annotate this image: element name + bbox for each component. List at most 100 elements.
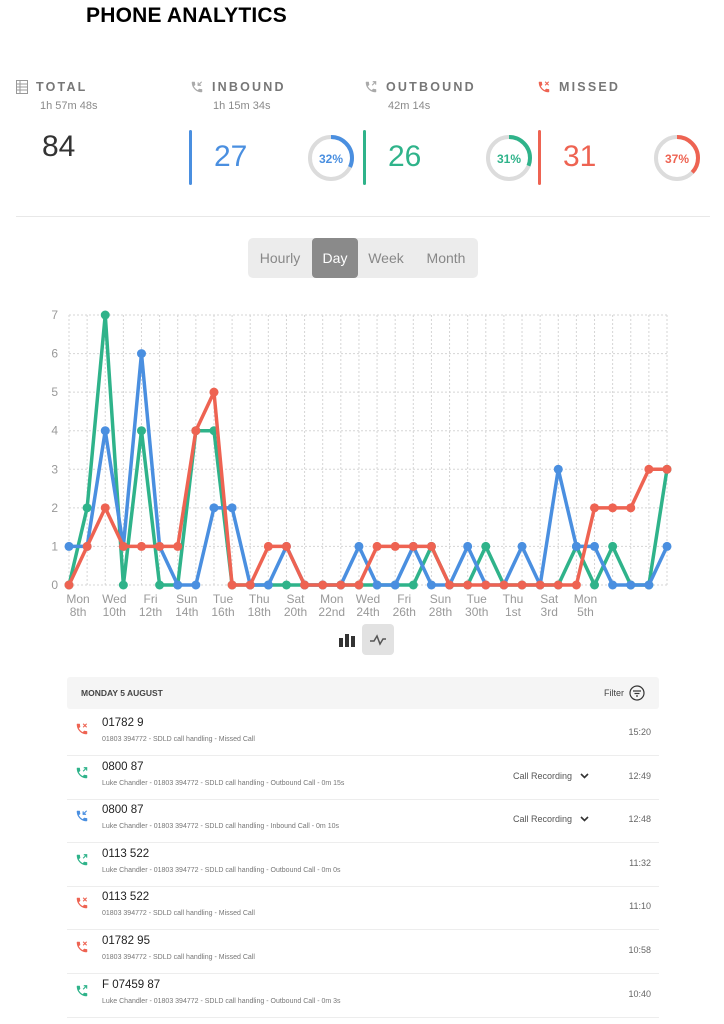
tab-hourly[interactable]: Hourly: [248, 238, 312, 278]
inbound-data-point: [626, 580, 636, 590]
call-row[interactable]: 01782 95 01803 394772 - SDLD call handlin…: [67, 930, 659, 974]
missed-data-point: [336, 580, 346, 590]
x-tick-label: 3rd: [541, 605, 558, 619]
inbound-data-point: [571, 541, 581, 551]
bar-chart-icon[interactable]: [338, 633, 358, 647]
call-number: F 07459 87: [102, 978, 161, 991]
inbound-data-point: [227, 503, 237, 513]
missed-data-point: [481, 580, 491, 590]
missed-data-point: [209, 387, 219, 397]
x-tick-label: Tue: [467, 592, 488, 606]
inbound-data-point: [517, 541, 527, 551]
missed-data-point: [662, 464, 672, 474]
outbound-percent-donut: 31%: [486, 135, 532, 181]
x-tick-label: 12th: [139, 605, 162, 619]
missed-data-point: [644, 464, 654, 474]
x-tick-label: Fri: [397, 592, 411, 606]
missed-data-point: [408, 541, 418, 551]
x-tick-label: Thu: [249, 592, 270, 606]
inbound-data-point: [136, 349, 146, 359]
missed-phone-icon: [538, 81, 550, 93]
line-chart-toggle[interactable]: [362, 624, 394, 655]
outbound-data-point: [100, 310, 110, 320]
outbound-data-point: [608, 541, 618, 551]
missed-data-point: [463, 580, 473, 590]
call-row[interactable]: 0800 87 Luke Chandler - 01803 394772 - SD…: [67, 799, 659, 844]
call-detail: 01803 394772 - SDLD call handling - Miss…: [102, 910, 255, 918]
inbound-accent-bar: [189, 130, 192, 185]
inbound-data-point: [263, 580, 273, 590]
call-row[interactable]: 0113 522 01803 394772 - SDLD call handlin…: [67, 886, 659, 931]
missed-data-point: [100, 503, 110, 513]
call-recording-dropdown[interactable]: Call Recording: [513, 771, 589, 781]
call-detail: Luke Chandler - 01803 394772 - SDLD call…: [102, 779, 345, 787]
outbound-count: 26: [388, 140, 422, 173]
chevron-down-icon: [580, 773, 589, 779]
outbound-data-point: [136, 426, 146, 436]
missed-percent-donut: 37%: [654, 135, 700, 181]
tab-week[interactable]: Week: [358, 238, 414, 278]
call-row[interactable]: F 07459 87 Luke Chandler - 01803 394772 -…: [67, 974, 659, 1018]
call-time: 10:40: [628, 988, 651, 999]
call-detail: 01803 394772 - SDLD call handling - Miss…: [102, 954, 255, 961]
call-row[interactable]: 01782 9 01803 394772 - SDLD call handling…: [67, 712, 659, 756]
missed-series-line: [67, 390, 667, 587]
missed-data-point: [173, 541, 183, 551]
x-tick-label: Sun: [430, 592, 451, 606]
outbound-call-icon: [76, 984, 88, 996]
missed-data-point: [535, 580, 545, 590]
x-tick-label: 26th: [393, 605, 416, 619]
missed-call-icon: [76, 723, 88, 735]
tab-day[interactable]: Day: [312, 238, 358, 278]
missed-count: 31: [563, 140, 597, 173]
outbound-data-point: [155, 580, 165, 590]
call-recording-label: Call Recording: [513, 814, 573, 825]
missed-data-point: [64, 580, 74, 590]
call-number: 0113 522: [102, 847, 150, 860]
call-time: 12:49: [628, 770, 651, 781]
x-tick-label: Sat: [287, 592, 306, 606]
missed-data-point: [354, 580, 364, 590]
x-tick-label: Fri: [144, 592, 158, 606]
call-row[interactable]: 0800 87 Luke Chandler - 01803 394772 - SD…: [67, 756, 659, 800]
x-tick-label: Mon: [66, 592, 89, 606]
tab-month[interactable]: Month: [414, 238, 478, 278]
inbound-data-point: [173, 580, 183, 590]
call-detail: 01803 394772 - SDLD call handling - Miss…: [102, 736, 255, 743]
call-row[interactable]: 0113 522 Luke Chandler - 01803 394772 - S…: [67, 843, 659, 887]
missed-data-point: [553, 580, 563, 590]
missed-data-point: [136, 541, 146, 551]
call-recording-dropdown[interactable]: Call Recording: [513, 814, 589, 824]
x-tick-label: Thu: [503, 592, 524, 606]
call-number: 01782 95: [102, 935, 150, 947]
x-tick-label: Sat: [540, 592, 559, 606]
chevron-down-icon: [580, 816, 589, 822]
x-tick-label: 14th: [175, 605, 198, 619]
table-icon: [16, 80, 28, 94]
call-number: 0800 87: [102, 760, 144, 773]
x-tick-label: 18th: [248, 605, 271, 619]
x-tick-label: 1st: [505, 605, 522, 619]
inbound-phone-icon: [191, 81, 203, 93]
y-tick-label: 6: [51, 347, 58, 361]
call-time: 11:32: [629, 857, 651, 868]
filter-button[interactable]: Filter: [604, 685, 645, 701]
inbound-data-point: [372, 580, 382, 590]
inbound-count: 27: [214, 140, 248, 173]
outbound-percent: 31%: [497, 152, 521, 166]
x-tick-label: 30th: [465, 605, 488, 619]
inbound-header: INBOUND: [190, 80, 286, 94]
outbound-phone-icon: [365, 81, 377, 93]
inbound-data-point: [662, 541, 672, 551]
inbound-data-point: [100, 426, 110, 436]
missed-data-point: [426, 541, 436, 551]
y-tick-label: 1: [51, 539, 58, 553]
missed-data-point: [155, 541, 165, 551]
call-detail: Luke Chandler - 01803 394772 - SDLD call…: [102, 823, 339, 831]
missed-data-point: [571, 580, 581, 590]
y-tick-label: 2: [51, 501, 58, 515]
stats-divider: [16, 216, 710, 217]
missed-data-point: [499, 580, 509, 590]
missed-call-icon: [76, 897, 88, 909]
outbound-header: OUTBOUND: [364, 80, 476, 94]
